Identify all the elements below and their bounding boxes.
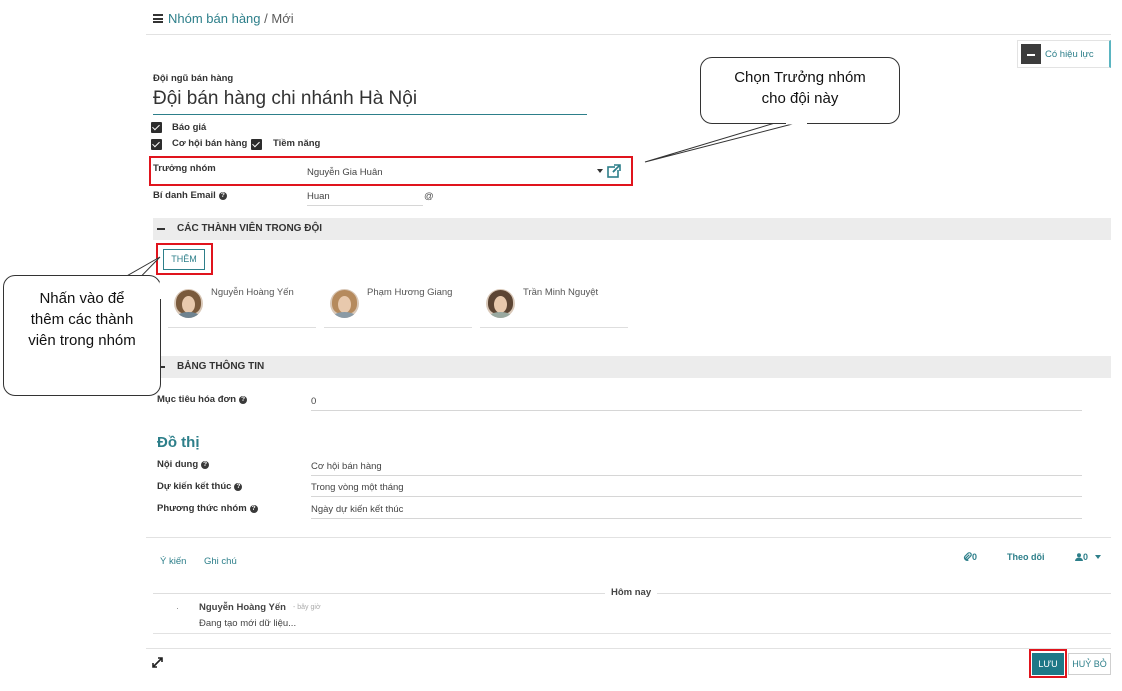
callout-pointer-joins xyxy=(159,122,807,299)
